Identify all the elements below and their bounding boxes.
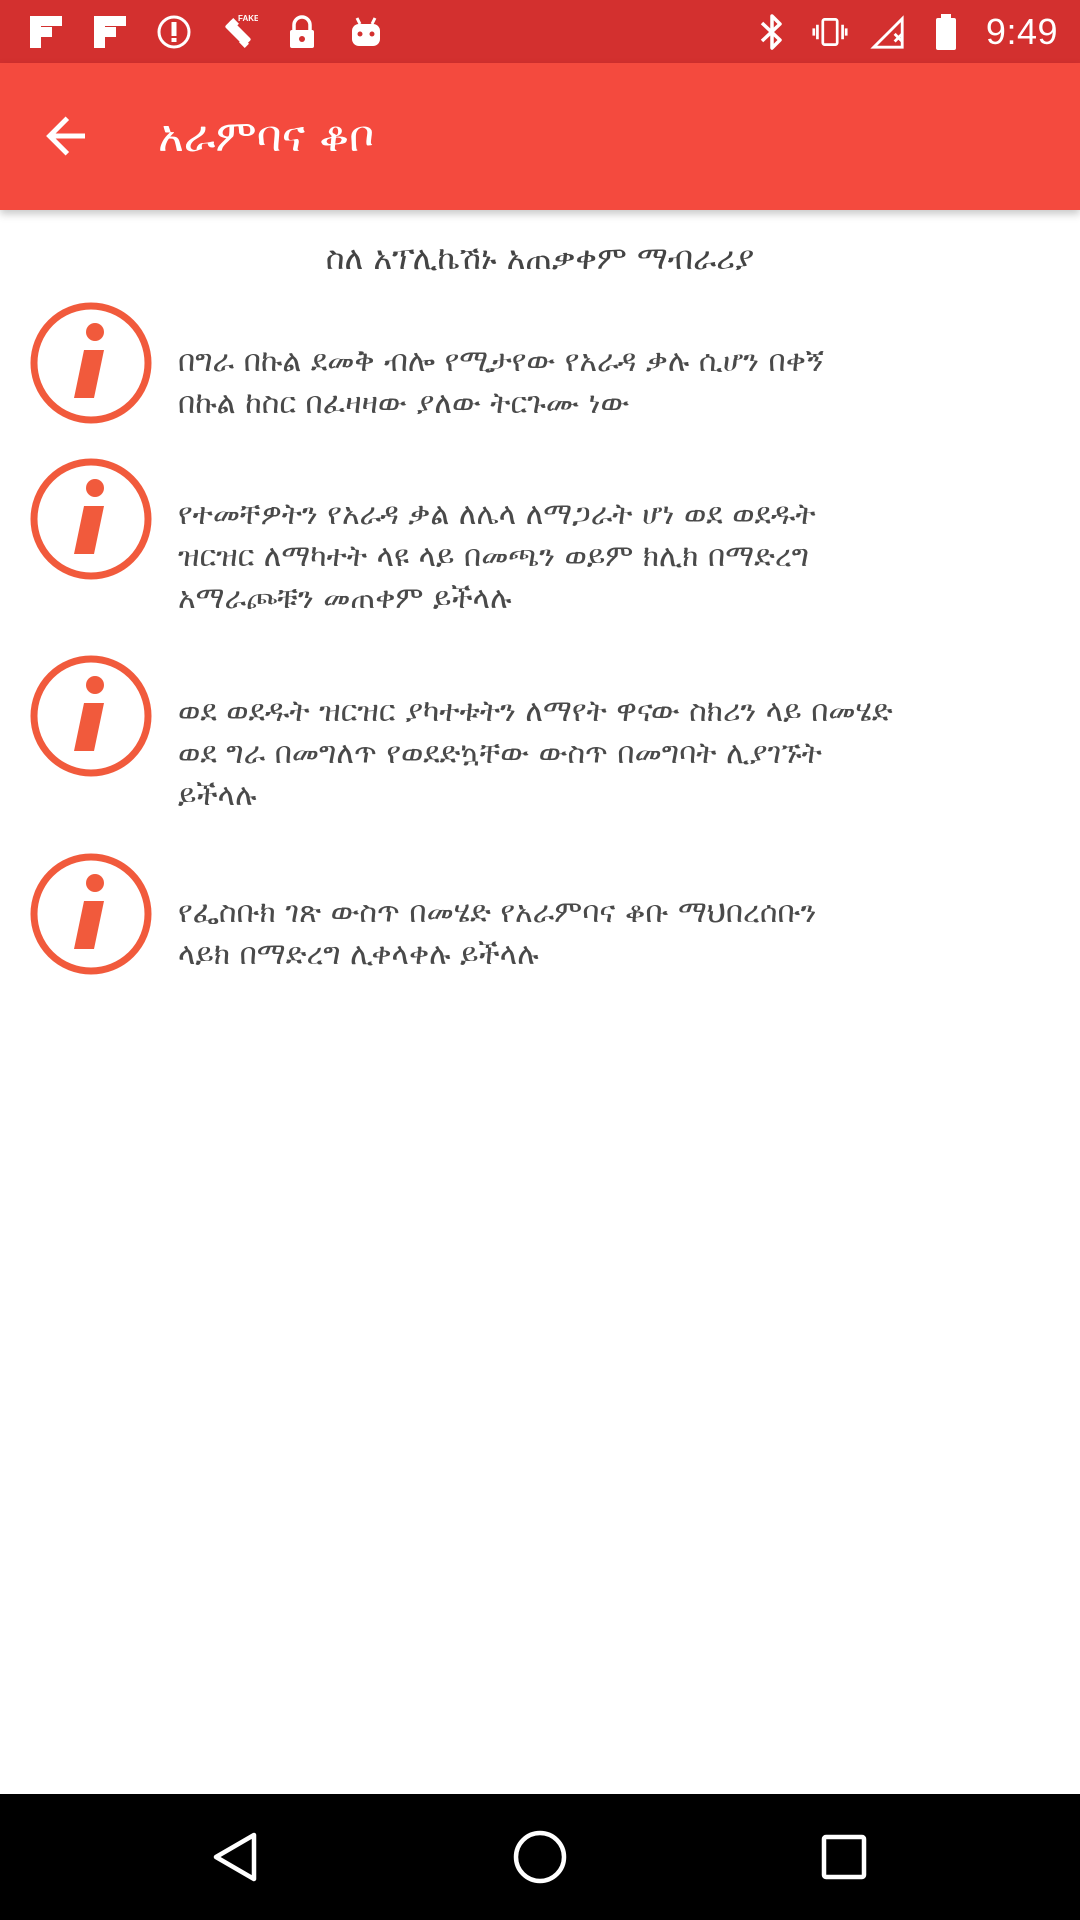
signal-off-icon — [870, 12, 906, 52]
info-line: ላይክ በማድረግ ሊቀላቀሉ ይችላሉ — [178, 937, 539, 972]
info-line: ወደ ወደዱት ዝርዝር ያካተቱትን ለማየት ዋናው ስክሪን ላይ በመሄ… — [178, 694, 893, 729]
back-triangle-icon — [213, 1832, 257, 1882]
android-icon — [346, 12, 386, 52]
lock-icon — [282, 12, 322, 52]
status-clock: 9:49 — [985, 11, 1058, 52]
flipboard-icon — [90, 12, 130, 52]
status-notification-icons: FAKE — [26, 12, 386, 52]
svg-text:FAKE: FAKE — [238, 14, 258, 23]
navigation-bar — [0, 1794, 1080, 1920]
app-bar: አራምባና ቆቦ — [0, 63, 1080, 210]
info-line: በኩል ከስር በፈዛዛው ያለው ትርጉሙ ነው — [178, 386, 630, 421]
info-icon — [30, 655, 152, 777]
back-button[interactable] — [34, 103, 100, 169]
info-text: በግራ በኩል ደመቅ ብሎ የሚታየው የአራዳ ቃሉ ሲሆን በቀኝ በኩል… — [178, 341, 1038, 425]
info-icon — [30, 302, 152, 424]
screen: FAKE 9:49 አራምባና ቆቦ ስለ አፕሊኬሽኑ አጠቃቀም ማብራሪያ… — [0, 0, 1080, 1920]
nav-home-button[interactable] — [508, 1825, 572, 1889]
section-heading: ስለ አፕሊኬሽኑ አጠቃቀም ማብራሪያ — [325, 239, 755, 277]
vibrate-icon — [812, 12, 848, 52]
info-line: ወደ ግራ በመግለጥ የወደድኳቸው ውስጥ በመግባት ሊያገኙት — [178, 736, 822, 771]
info-icon — [30, 853, 152, 975]
info-line: አማራጮቹን መጠቀም ይችላሉ — [178, 581, 512, 616]
info-line: የፌስቡክ ገጽ ውስጥ በመሄድ የአራምባና ቆቡ ማህበረሰቡን — [178, 895, 817, 930]
info-icon — [30, 458, 152, 580]
fake-gps-icon: FAKE — [218, 12, 258, 52]
nav-back-button[interactable] — [204, 1825, 268, 1889]
info-text: ወደ ወደዱት ዝርዝር ያካተቱትን ለማየት ዋናው ስክሪን ላይ በመሄ… — [178, 691, 1038, 817]
status-system-icons: 9:49 — [754, 8, 1058, 56]
info-line: በግራ በኩል ደመቅ ብሎ የሚታየው የአራዳ ቃሉ ሲሆን በቀኝ — [178, 344, 824, 379]
status-bar: FAKE 9:49 — [0, 0, 1080, 63]
info-text: የተመቸዎትን የአራዳ ቃል ለሌላ ለማጋራት ሆነ ወደ ወደዱት ዝርዝ… — [178, 494, 1038, 620]
bluetooth-icon — [754, 12, 790, 52]
nav-recents-button[interactable] — [812, 1825, 876, 1889]
battery-icon — [928, 12, 964, 52]
info-line: ይችላሉ — [178, 778, 257, 813]
info-line: ዝርዝር ለማካተት ላዩ ላይ በመጫን ወይም ክሊክ በማድረግ — [178, 539, 810, 574]
circle-info-icon — [154, 12, 194, 52]
page-title: አራምባና ቆቦ — [158, 111, 375, 162]
arrow-back-icon — [46, 116, 85, 156]
flipboard-icon — [26, 12, 66, 52]
info-line: የተመቸዎትን የአራዳ ቃል ለሌላ ለማጋራት ሆነ ወደ ወደዱት — [178, 497, 816, 532]
recents-square-icon — [821, 1834, 867, 1880]
home-circle-icon — [513, 1830, 567, 1884]
info-text: የፌስቡክ ገጽ ውስጥ በመሄድ የአራምባና ቆቡ ማህበረሰቡን ላይክ … — [178, 892, 1038, 976]
